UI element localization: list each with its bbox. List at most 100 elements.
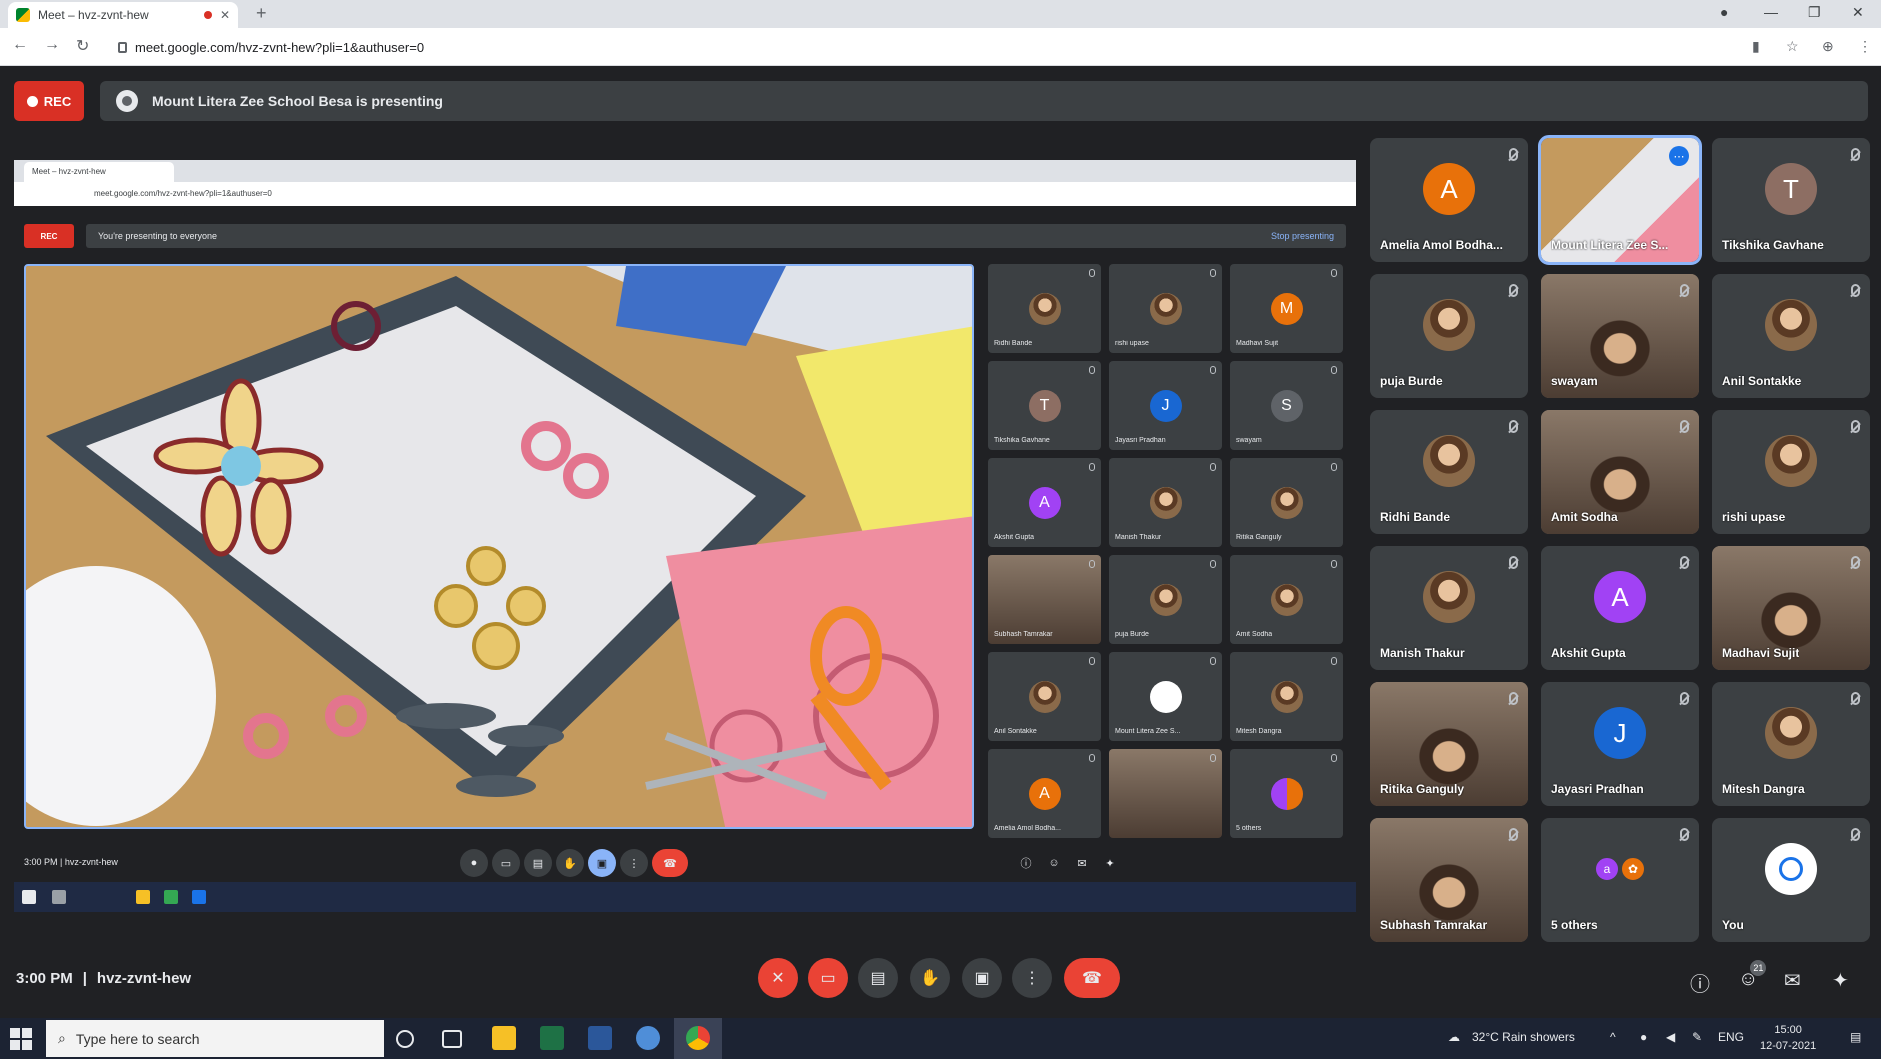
participant-tile[interactable]: puja Burde <box>1370 274 1528 398</box>
participant-tile[interactable]: Subhash Tamrakar <box>1370 818 1528 942</box>
muted-mic-icon <box>1509 556 1518 569</box>
microphone-tray-icon[interactable]: ● <box>1640 1030 1647 1044</box>
forward-icon[interactable]: → <box>44 36 60 54</box>
participant-tile[interactable]: A Amelia Amol Bodha... <box>1370 138 1528 262</box>
others-avatar-icon: ✿ <box>1620 856 1646 882</box>
participant-tile[interactable]: swayam <box>1541 274 1699 398</box>
taskbar-clock[interactable]: 15:00 12-07-2021 <box>1760 1022 1816 1054</box>
excel-icon[interactable] <box>540 1026 564 1050</box>
extension-icon[interactable]: ⊕ <box>1822 38 1834 55</box>
participant-tile[interactable]: J Jayasri Pradhan <box>1541 682 1699 806</box>
shared-browser-tab-strip: Meet – hvz-zvnt-hew <box>14 160 1356 182</box>
shared-participant-tile: Mitesh Dangra <box>1230 652 1343 741</box>
browser-tab-meet[interactable]: Meet – hvz-zvnt-hew ✕ <box>8 2 238 28</box>
muted-mic-icon <box>1851 148 1860 161</box>
bookmark-star-icon[interactable]: ☆ <box>1786 38 1799 55</box>
shared-participant-tile: Subhash Tamrakar <box>988 555 1101 644</box>
shared-participant-tile: J Jayasri Pradhan <box>1109 361 1222 450</box>
presenting-text: Mount Litera Zee School Besa is presenti… <box>152 93 443 109</box>
people-button[interactable]: ☺ 21 <box>1738 960 1767 991</box>
muted-mic-icon <box>1509 420 1518 433</box>
close-tab-icon[interactable]: ✕ <box>220 8 230 22</box>
notifications-icon[interactable]: ▤ <box>1850 1030 1861 1044</box>
volume-icon[interactable]: ◀ <box>1666 1030 1675 1044</box>
close-window-icon[interactable]: ✕ <box>1852 4 1864 21</box>
shared-search-icon <box>52 890 66 904</box>
camera-indicator-icon[interactable]: ▮ <box>1752 38 1760 55</box>
participant-tile[interactable]: A Akshit Gupta <box>1541 546 1699 670</box>
participant-name: Anil Sontakke <box>1722 374 1802 388</box>
weather-text[interactable]: 32°C Rain showers <box>1472 1030 1575 1044</box>
participant-tile[interactable]: ⋯ Mount Litera Zee S... <box>1538 135 1702 265</box>
present-now-button[interactable]: ▣ <box>962 958 1002 998</box>
windows-start-button[interactable] <box>10 1028 32 1050</box>
participant-tile[interactable]: You <box>1712 818 1870 942</box>
participant-tile[interactable]: Anil Sontakke <box>1712 274 1870 398</box>
shared-meeting-info: 3:00 PM | hvz-zvnt-hew <box>24 857 118 867</box>
shared-participant-photo <box>1270 486 1303 519</box>
meeting-info-button[interactable]: ⓘ <box>1690 968 1710 997</box>
pen-icon[interactable]: ✎ <box>1692 1030 1702 1044</box>
minimize-icon[interactable]: — <box>1764 4 1778 20</box>
file-explorer-icon[interactable] <box>492 1026 516 1050</box>
taskbar-search-box[interactable]: ⌕ Type here to search <box>46 1020 384 1057</box>
others-avatar-icon: a <box>1594 856 1620 882</box>
shared-taskbar <box>14 882 1356 912</box>
tray-chevron-icon[interactable]: ^ <box>1610 1030 1616 1044</box>
network-app-icon[interactable] <box>636 1026 660 1050</box>
shared-participant-video <box>1150 778 1182 810</box>
shared-participant-name: Akshit Gupta <box>994 534 1035 541</box>
participant-tile[interactable]: rishi upase <box>1712 410 1870 534</box>
windows-taskbar: ⌕ Type here to search ☁ 32°C Rain shower… <box>0 1018 1881 1059</box>
maximize-icon[interactable]: ❐ <box>1808 4 1821 21</box>
cortana-icon[interactable] <box>396 1030 414 1048</box>
captions-button[interactable]: ▤ <box>858 958 898 998</box>
shared-participant-tile: Amit Sodha <box>1230 555 1343 644</box>
participant-avatar: A <box>1423 163 1475 215</box>
account-icon[interactable]: ● <box>1720 4 1728 20</box>
activities-button[interactable]: ✦ <box>1832 968 1849 993</box>
url-field[interactable]: meet.google.com/hvz-zvnt-hew?pli=1&authu… <box>118 35 1718 59</box>
weather-icon[interactable]: ☁ <box>1448 1030 1460 1044</box>
participant-tile[interactable]: Manish Thakur <box>1370 546 1528 670</box>
hand-icon: ✋ <box>920 970 940 987</box>
participant-tile[interactable]: T Tikshika Gavhane <box>1712 138 1870 262</box>
taskbar-time: 15:00 <box>1774 1024 1802 1036</box>
back-icon[interactable]: ← <box>12 36 28 54</box>
tile-options-icon[interactable]: ⋯ <box>1669 146 1689 166</box>
muted-mic-icon <box>1509 692 1518 705</box>
task-view-icon[interactable] <box>442 1030 462 1048</box>
leave-call-button[interactable]: ☎ <box>1064 958 1120 998</box>
chrome-icon[interactable] <box>686 1026 710 1050</box>
participant-tile[interactable]: Ritika Ganguly <box>1370 682 1528 806</box>
shared-present-icon: ▣ <box>588 849 616 877</box>
participant-tile[interactable]: Amit Sodha <box>1541 410 1699 534</box>
shared-screen[interactable]: Meet – hvz-zvnt-hew meet.google.com/hvz-… <box>14 160 1356 920</box>
others-avatar-stack: a ✿ <box>1594 856 1646 882</box>
more-options-button[interactable]: ⋮ <box>1012 958 1052 998</box>
language-indicator[interactable]: ENG <box>1718 1030 1744 1044</box>
shared-mic-icon <box>1210 657 1216 665</box>
shared-participant-tile <box>1109 749 1222 838</box>
shared-participant-name: rishi upase <box>1115 340 1149 347</box>
camera-off-button[interactable]: ▭ <box>808 958 848 998</box>
meeting-details: 3:00 PM | hvz-zvnt-hew <box>16 970 191 987</box>
participant-avatar: A <box>1594 571 1646 623</box>
shared-edge-icon <box>192 890 206 904</box>
shared-participant-avatar: A <box>1028 486 1061 519</box>
participant-tile[interactable]: Ridhi Bande <box>1370 410 1528 534</box>
mic-off-button[interactable]: ✕ <box>758 958 798 998</box>
shared-participant-name: Tikshika Gavhane <box>994 437 1050 444</box>
shared-participant-tile: puja Burde <box>1109 555 1222 644</box>
chat-button[interactable]: ✉ <box>1784 968 1801 993</box>
participant-tile[interactable]: a ✿ 5 others <box>1541 818 1699 942</box>
browser-menu-icon[interactable]: ⋮ <box>1858 38 1872 55</box>
participant-tile[interactable]: Madhavi Sujit <box>1712 546 1870 670</box>
raise-hand-button[interactable]: ✋ <box>910 958 950 998</box>
word-icon[interactable] <box>588 1026 612 1050</box>
reload-icon[interactable]: ↻ <box>76 36 89 56</box>
new-tab-icon[interactable]: + <box>256 3 267 24</box>
presenter-icon <box>116 90 138 112</box>
shared-url: meet.google.com/hvz-zvnt-hew?pli=1&authu… <box>14 182 1356 206</box>
participant-tile[interactable]: Mitesh Dangra <box>1712 682 1870 806</box>
